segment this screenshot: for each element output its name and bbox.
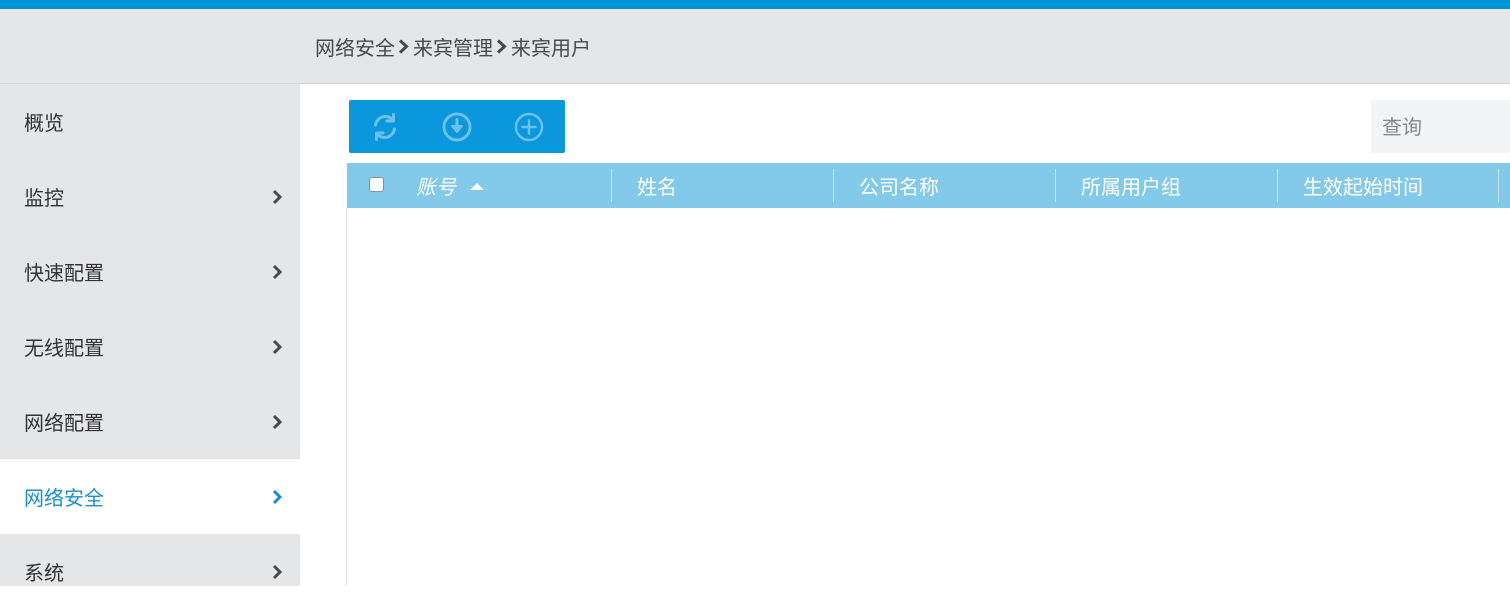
- sidebar-item-overview[interactable]: 概览: [0, 84, 300, 159]
- column-header-start-time[interactable]: 生效起始时间: [1303, 163, 1423, 208]
- chevron-right-icon: [272, 189, 283, 204]
- sidebar-item-label: 概览: [24, 111, 64, 135]
- column-header-account[interactable]: 账号: [416, 163, 485, 208]
- main-content: [300, 84, 1510, 586]
- sidebar-item-label: 网络安全: [24, 486, 104, 510]
- download-icon: [442, 112, 472, 141]
- column-header-company[interactable]: 公司名称: [859, 163, 939, 208]
- sort-ascending-icon: [470, 182, 484, 190]
- sidebar-item-label: 监控: [24, 186, 64, 210]
- select-all-checkbox[interactable]: [369, 177, 384, 192]
- refresh-icon: [374, 112, 396, 141]
- sidebar-item-label: 系统: [24, 561, 64, 585]
- chevron-right-icon: [272, 264, 283, 279]
- column-divider: [1498, 169, 1499, 202]
- sidebar-item-monitor[interactable]: 监控: [0, 159, 300, 234]
- chevron-right-icon: [272, 339, 283, 354]
- breadcrumb-item-network-security[interactable]: 网络安全: [315, 32, 395, 61]
- chevron-right-icon: [493, 36, 511, 56]
- toolbar: [349, 100, 565, 153]
- chevron-right-icon: [272, 564, 283, 579]
- column-header-name[interactable]: 姓名: [637, 163, 677, 208]
- search-input[interactable]: [1371, 100, 1510, 153]
- breadcrumb-bar: 网络安全 来宾管理 来宾用户: [0, 9, 1510, 84]
- breadcrumb: 网络安全 来宾管理 来宾用户: [315, 9, 591, 83]
- add-icon: [514, 112, 544, 141]
- column-header-user-group[interactable]: 所属用户组: [1081, 163, 1181, 208]
- download-button[interactable]: [421, 100, 493, 153]
- refresh-button[interactable]: [349, 100, 421, 153]
- breadcrumb-item-guest-users: 来宾用户: [511, 35, 591, 60]
- column-divider: [833, 169, 834, 202]
- sidebar: 概览 监控 快速配置 无线配置 网络配置 网络安全 系统: [0, 84, 300, 586]
- sidebar-item-label: 快速配置: [24, 261, 104, 285]
- sidebar-item-label: 网络配置: [24, 411, 104, 435]
- sidebar-item-label: 无线配置: [24, 336, 104, 360]
- chevron-right-icon: [272, 414, 283, 429]
- breadcrumb-item-guest-management[interactable]: 来宾管理: [413, 32, 493, 61]
- top-accent-bar: [0, 0, 1510, 9]
- table-left-border: [346, 208, 347, 586]
- column-divider: [1055, 169, 1056, 202]
- sidebar-item-network-security[interactable]: 网络安全: [0, 459, 300, 534]
- chevron-right-icon: [272, 489, 283, 504]
- column-divider: [611, 169, 612, 202]
- column-divider: [1277, 169, 1278, 202]
- add-button[interactable]: [493, 100, 565, 153]
- sidebar-item-quick-config[interactable]: 快速配置: [0, 234, 300, 309]
- sidebar-item-network-config[interactable]: 网络配置: [0, 384, 300, 459]
- table-header: 账号 姓名 公司名称 所属用户组 生效起始时间: [347, 163, 1510, 208]
- sidebar-item-wireless-config[interactable]: 无线配置: [0, 309, 300, 384]
- chevron-right-icon: [395, 36, 413, 56]
- sidebar-item-system[interactable]: 系统: [0, 534, 300, 609]
